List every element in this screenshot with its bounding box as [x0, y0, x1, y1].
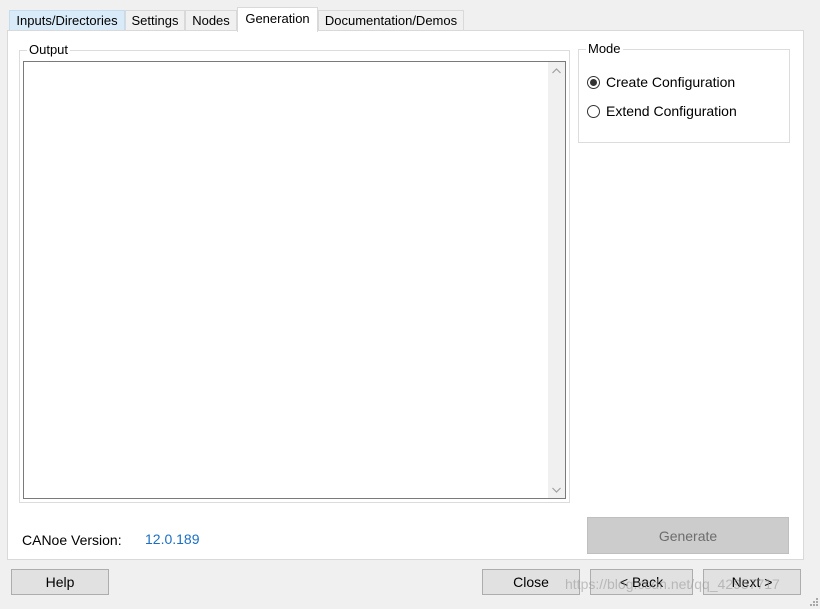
radio-create-configuration-label: Create Configuration: [606, 74, 736, 90]
tab-settings[interactable]: Settings: [125, 10, 185, 31]
next-button[interactable]: Next >: [703, 569, 801, 595]
output-text: [24, 62, 565, 68]
generate-button[interactable]: Generate: [587, 517, 789, 554]
mode-legend: Mode: [586, 41, 623, 57]
radio-create-configuration[interactable]: Create Configuration: [587, 74, 735, 90]
radio-extend-configuration[interactable]: Extend Configuration: [587, 103, 737, 119]
resize-grip-icon[interactable]: [808, 594, 818, 606]
output-textarea[interactable]: [23, 61, 566, 499]
output-legend: Output: [27, 42, 71, 58]
canoe-version-label: CANoe Version:: [22, 532, 122, 548]
mode-groupbox: Mode Create Configuration Extend Configu…: [578, 41, 790, 143]
output-scrollbar[interactable]: [548, 62, 565, 498]
back-button[interactable]: < Back: [590, 569, 693, 595]
radio-extend-configuration-label: Extend Configuration: [606, 103, 737, 119]
close-button[interactable]: Close: [482, 569, 580, 595]
tab-generation[interactable]: Generation: [237, 7, 318, 32]
help-button[interactable]: Help: [11, 569, 109, 595]
tab-nodes[interactable]: Nodes: [185, 10, 237, 31]
canoe-version-value: 12.0.189: [145, 531, 200, 547]
scroll-down-icon[interactable]: [548, 481, 565, 498]
tab-inputs-directories[interactable]: Inputs/Directories: [9, 10, 125, 31]
radio-unchecked-icon[interactable]: [587, 104, 600, 118]
tab-documentation-demos[interactable]: Documentation/Demos: [318, 10, 464, 31]
scroll-up-icon[interactable]: [548, 62, 565, 79]
radio-checked-icon[interactable]: [587, 75, 600, 89]
